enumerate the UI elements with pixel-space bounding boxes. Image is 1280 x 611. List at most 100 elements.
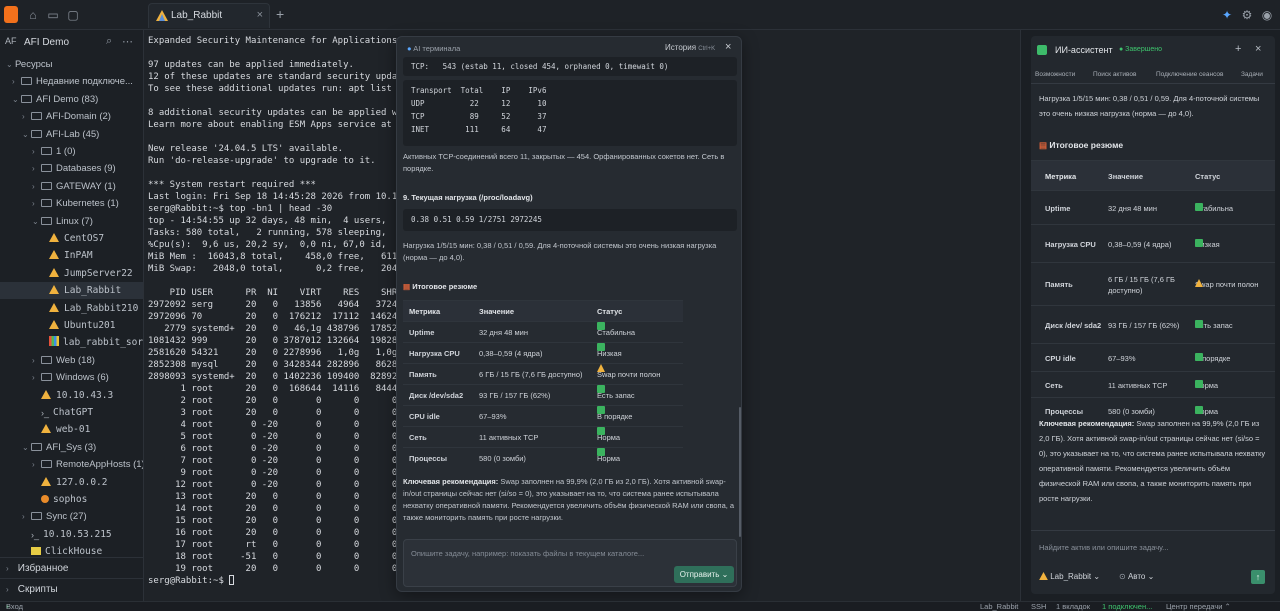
tab-capabilities[interactable]: Возможности — [1035, 71, 1075, 78]
tree-item[interactable]: › RemoteAppHosts (1) — [0, 456, 143, 473]
folder-icon — [31, 112, 42, 121]
tab-session-connect[interactable]: Подключение сеансов — [1156, 71, 1223, 78]
settings-icon[interactable]: ⚙ — [1240, 8, 1254, 22]
folder-icon[interactable]: ▢ — [66, 8, 80, 22]
popup-scrollbar[interactable] — [739, 407, 741, 537]
loadavg-block: 0.38 0.51 0.59 1/2751 2972245 — [403, 209, 737, 231]
tree-item[interactable]: ⌄ Ресурсы — [0, 56, 143, 73]
terminal-line: 1 root 20 0 168644 14116 8444 S 0, — [148, 384, 436, 394]
history-button[interactable]: История Ctrl+K — [665, 43, 715, 52]
more-icon[interactable]: ⋯ — [122, 35, 133, 48]
chevron-down-icon[interactable]: ⌄ — [6, 56, 15, 73]
tree-item[interactable]: lab_rabbit_sorry — [0, 334, 144, 351]
tab-tasks[interactable]: Задачи — [1241, 71, 1263, 78]
tree-item[interactable]: › GATEWAY (1) — [0, 178, 143, 195]
chevron-down-icon[interactable]: ⌄ — [22, 439, 31, 456]
tree-item[interactable]: ⌄ AFI Demo (83) — [0, 91, 143, 108]
new-tab-button[interactable]: + — [276, 7, 284, 21]
tree-item[interactable]: InPAM — [0, 247, 143, 264]
chevron-down-icon[interactable]: ⌄ — [12, 91, 21, 108]
mode-selector[interactable]: ⊙ Авто ⌄ — [1119, 572, 1154, 581]
chevron-right-icon[interactable]: › — [32, 369, 41, 386]
chevron-right-icon[interactable]: › — [32, 143, 41, 160]
assistant-send-button[interactable]: ↑ — [1251, 570, 1265, 584]
tree-item-label: Databases (9) — [56, 163, 116, 175]
workspace-badge: AF — [5, 36, 17, 46]
table-cell-text: CPU idle — [1045, 354, 1076, 363]
assistant-input[interactable]: Найдите актив или опишите задачу... Lab_… — [1031, 530, 1275, 594]
ai-sparkle-icon[interactable]: ✦ — [1220, 8, 1234, 22]
folder-icon — [41, 181, 52, 190]
netstat-row: TCP 89 52 37 — [411, 112, 547, 121]
tab-lab-rabbit[interactable]: Lab_Rabbit × — [148, 3, 270, 28]
tree-item[interactable]: sophos — [0, 491, 143, 508]
table-cell-status: Низкая — [597, 343, 622, 364]
table-cell-metric: Uptime — [409, 322, 434, 343]
tree-item[interactable]: JumpServer22 — [0, 265, 143, 282]
chevron-right-icon[interactable]: › — [32, 195, 41, 212]
tree-item[interactable]: ›_ ChatGPT — [0, 404, 143, 421]
tree-item[interactable]: ⌄ Linux (7) — [0, 213, 143, 230]
chevron-right-icon[interactable]: › — [22, 508, 31, 525]
tree-item[interactable]: › Kubernetes (1) — [0, 195, 143, 212]
new-chat-button[interactable]: + — [1235, 43, 1241, 55]
chevron-right-icon[interactable]: › — [22, 108, 31, 125]
workspace-selector[interactable]: AF AFI Demo ⌕ ⋯ — [0, 30, 143, 54]
popup-close-icon[interactable]: × — [725, 41, 731, 53]
tree-item[interactable]: › Web (18) — [0, 352, 143, 369]
tree-item-label: Web (18) — [56, 354, 95, 366]
user-icon[interactable]: ◉ — [1260, 8, 1274, 22]
terminal-prompt-line[interactable]: serg@Rabbit:~$ — [148, 575, 235, 587]
tree-item[interactable]: ⌄ AFI_Sys (3) — [0, 439, 143, 456]
tree-item[interactable]: ›_ 10.10.53.215 — [0, 526, 143, 543]
tree-item[interactable]: › Windows (6) — [0, 369, 143, 386]
home-icon[interactable]: ⌂ — [26, 8, 40, 22]
tree-item[interactable]: › Недавние подключе... — [0, 73, 143, 90]
asset-selector[interactable]: Lab_Rabbit ⌄ — [1039, 572, 1100, 581]
chevron-down-icon[interactable]: ⌄ — [22, 126, 31, 143]
tab-close-icon[interactable]: × — [257, 9, 263, 21]
transfer-center[interactable]: Центр передачи ⌃ — [1166, 602, 1231, 611]
chevron-right-icon[interactable]: › — [12, 73, 21, 90]
tree-item-label: web-01 — [56, 424, 91, 436]
assistant-close-icon[interactable]: × — [1255, 43, 1261, 55]
chevron-right-icon[interactable]: › — [32, 178, 41, 195]
table-cell-text: 580 (0 зомби) — [1108, 407, 1155, 416]
chevron-right-icon[interactable]: › — [32, 456, 41, 473]
table-header-cell: Значение — [1108, 172, 1144, 181]
tree-item[interactable]: Lab_Rabbit — [0, 282, 143, 300]
search-icon[interactable]: ⌕ — [106, 35, 112, 48]
tree-item[interactable]: 10.10.43.3 — [0, 387, 143, 404]
tree-item[interactable]: › Databases (9) — [0, 160, 143, 177]
chevron-right-icon[interactable]: › — [32, 352, 41, 369]
table-cell-text: 93 ГБ / 157 ГБ (62%) — [1108, 321, 1180, 330]
tree-item[interactable]: web-01 — [0, 421, 143, 438]
folder-icon — [41, 164, 52, 173]
favorites-section[interactable]: › Избранное — [0, 557, 143, 578]
status-connections[interactable]: 1 подключен... — [1102, 602, 1152, 611]
tree-item[interactable]: ⌄ AFI-Lab (45) — [0, 126, 143, 143]
terminal-line: Tasks: 580 total, 2 running, 578 sleepin… — [148, 228, 436, 238]
assistant-recommendation: Ключевая рекомендация: Swap заполнен на … — [1039, 419, 1266, 503]
popup-input[interactable]: Опишите задачу, например: показать файлы… — [403, 539, 737, 587]
chevron-right-icon[interactable]: › — [32, 160, 41, 177]
tree-item[interactable]: › AFI-Domain (2) — [0, 108, 143, 125]
table-row: Uptime 32 дня 48 мин Стабильна — [403, 321, 683, 342]
scripts-section[interactable]: › Скрипты — [0, 578, 143, 599]
chevron-down-icon[interactable]: ⌄ — [32, 213, 41, 230]
tree-item[interactable]: › Sync (27) — [0, 508, 143, 525]
tree-item[interactable]: › 1 (0) — [0, 143, 143, 160]
tab-asset-search[interactable]: Поиск активов — [1093, 71, 1136, 78]
table-row: Нагрузка CPU 0,38–0,59 (4 ядра) Низкая — [403, 342, 683, 363]
tree-item[interactable]: 127.0.0.2 — [0, 474, 143, 491]
send-button[interactable]: Отправить ⌄ — [674, 566, 734, 583]
table-cell-value: 93 ГБ / 157 ГБ (62%) — [479, 385, 550, 406]
tree-item[interactable]: CentOS7 — [0, 230, 143, 247]
tree-item-label: lab_rabbit_sorry — [63, 337, 144, 349]
layout-icon[interactable]: ▭ — [46, 8, 60, 22]
tree-item[interactable]: Ubuntu201 — [0, 317, 143, 334]
terminal-line: 4 root 0 -20 0 0 0 I 0, — [148, 420, 436, 430]
tree-item[interactable]: Lab_Rabbit210 — [0, 300, 143, 317]
terminal-line: 5 root 0 -20 0 0 0 I 0, — [148, 432, 436, 442]
prompt-icon: ›_ — [41, 408, 50, 418]
